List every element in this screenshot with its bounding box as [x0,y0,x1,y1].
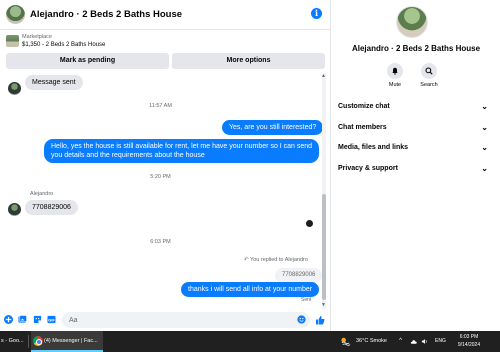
conversation-title[interactable]: Alejandro · 2 Beds 2 Baths House [30,9,182,20]
timestamp: 5:20 PM [150,174,171,180]
chrome-icon [33,336,43,346]
sender-name: Alejandro [30,191,54,197]
scrollbar-thumb[interactable] [322,194,326,300]
message-bubble: Yes, are you still interested? [222,120,324,135]
cloud-icon[interactable] [410,338,417,345]
conversation-avatar[interactable] [396,6,428,38]
taskbar-app-label: (4) Messenger | Fac... [44,338,98,344]
mute-label: Mute [388,82,402,88]
seen-indicator-icon [306,220,313,227]
system-clock[interactable]: 6:03 PM 9/14/2024 [444,333,494,349]
gif-icon[interactable]: GIF [47,315,56,324]
composer: GIF [0,309,331,331]
quoted-message: 7708829006 [275,268,323,283]
message-bubble: Message sent [25,75,83,90]
timestamp: 11:57 AM [149,103,172,109]
message-line: you details and the requirements about t… [51,152,205,159]
message-status: Sent [301,297,312,303]
chat-pane: Alejandro · 2 Beds 2 Baths House i Marke… [0,0,331,331]
reply-arrow-icon: ↶ [244,257,249,263]
message-input[interactable] [62,312,310,328]
menu-label: Media, files and links [338,144,409,151]
menu-label: Privacy & support [338,165,398,172]
media-files-links-row[interactable]: Media, files and links ⌄ [338,141,488,155]
reply-note-text: You replied to Alejandro [250,257,308,263]
marketplace-label: Marketplace [22,34,52,40]
photo-icon[interactable] [18,315,27,324]
like-thumbs-up-icon[interactable] [315,315,325,325]
windows-taskbar: s - Goo... (4) Messenger | Fac... 36°C S… [0,331,500,352]
conversation-details-pane: Alejandro · 2 Beds 2 Baths House Mute Se… [332,0,500,331]
message-bubble: Hello, yes the house is still available … [44,139,320,163]
reply-note: ↶ You replied to Alejandro [244,257,308,263]
chat-header: Alejandro · 2 Beds 2 Baths House i [0,0,331,30]
chevron-down-icon: ⌄ [481,123,488,132]
volume-icon[interactable] [421,338,428,345]
menu-label: Chat members [338,124,387,131]
search-label: Search [420,82,438,88]
bell-icon[interactable] [387,63,403,79]
taskbar-divider [28,335,29,348]
taskbar-app-google[interactable]: s - Goo... [1,331,28,352]
sticker-icon[interactable] [33,315,42,324]
message-bubble: 7708829006 [25,200,78,215]
listing-price-title[interactable]: $1,350 - 2 Beds 2 Baths House [22,42,105,48]
search-icon[interactable] [421,63,437,79]
mute-button[interactable]: Mute [380,63,410,88]
chevron-down-icon: ⌄ [481,102,488,111]
weather-smoke-icon[interactable] [340,336,351,346]
emoji-icon[interactable] [297,315,306,324]
conversation-name: Alejandro · 2 Beds 2 Baths House [351,44,481,53]
clock-time: 6:03 PM [459,334,479,340]
timestamp: 6:03 PM [150,239,171,245]
chevron-down-icon: ⌄ [481,164,488,173]
add-icon[interactable] [4,315,13,324]
thread-scrollbar[interactable]: ▲ ▼ [321,73,327,309]
svg-text:GIF: GIF [48,317,55,322]
scroll-down-icon[interactable]: ▼ [321,302,326,308]
scroll-up-icon[interactable]: ▲ [321,73,326,79]
contact-avatar[interactable] [8,82,21,95]
listing-thumbnail[interactable] [6,35,19,47]
message-line: Hello, yes the house is still available … [51,143,313,150]
contact-avatar[interactable] [8,203,21,216]
info-icon[interactable]: i [311,8,322,19]
privacy-support-row[interactable]: Privacy & support ⌄ [338,162,488,176]
message-bubble: thanks i will send all info at your numb… [181,282,320,297]
more-options-button[interactable]: More options [172,53,325,69]
chevron-up-icon[interactable]: ^ [397,338,404,345]
chevron-down-icon: ⌄ [481,143,488,152]
weather-text[interactable]: 36°C Smoke [356,331,387,352]
taskbar-app-messenger[interactable]: (4) Messenger | Fac... [31,331,103,352]
menu-label: Customize chat [338,103,390,110]
search-button[interactable]: Search [414,63,444,88]
mark-as-pending-button[interactable]: Mark as pending [6,53,169,69]
customize-chat-row[interactable]: Customize chat ⌄ [338,100,488,114]
chat-members-row[interactable]: Chat members ⌄ [338,121,488,135]
message-thread: Message sent 11:57 AM Yes, are you still… [0,73,331,309]
listing-avatar[interactable] [6,5,25,24]
clock-date: 9/14/2024 [457,342,481,348]
